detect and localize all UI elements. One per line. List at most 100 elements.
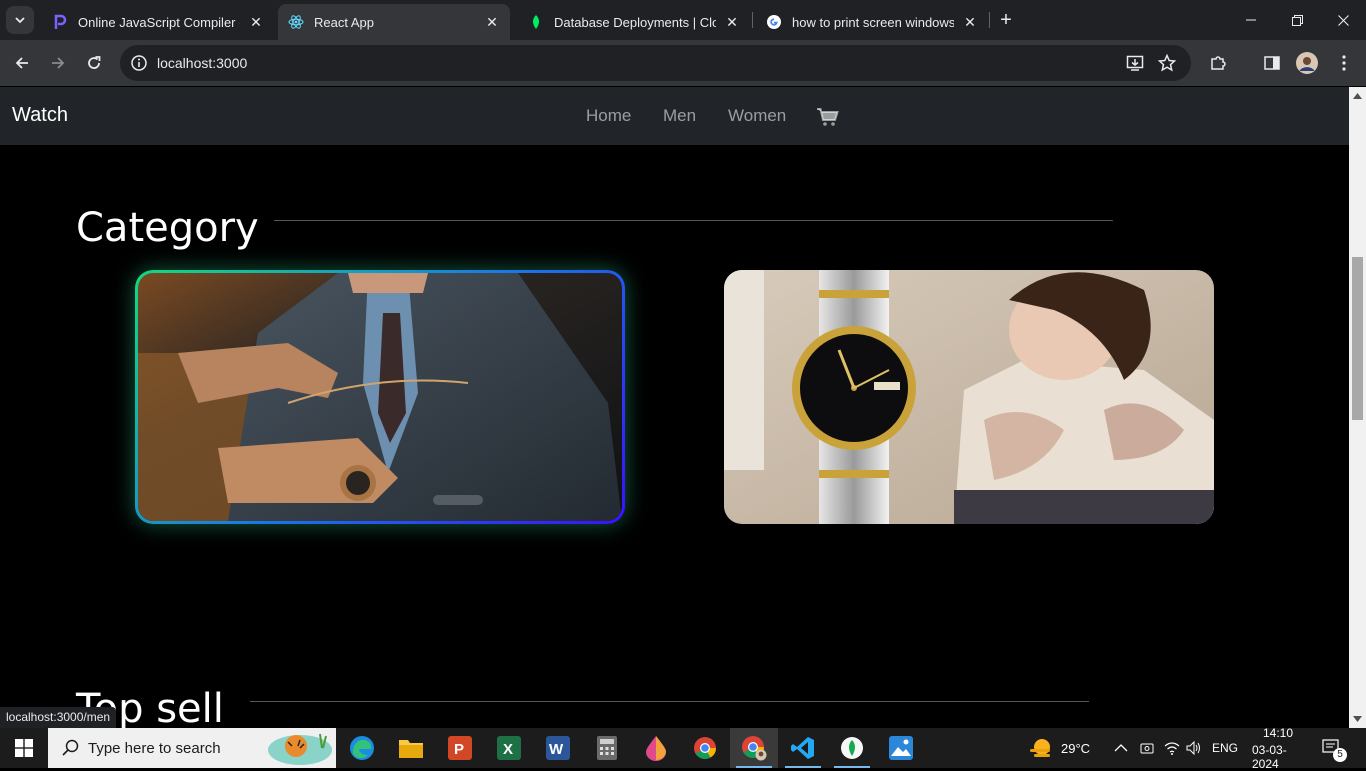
nav-link-home[interactable]: Home bbox=[586, 106, 631, 126]
bookmark-star-icon[interactable] bbox=[1157, 53, 1177, 73]
word-icon: W bbox=[546, 736, 570, 760]
nav-link-men[interactable]: Men bbox=[663, 106, 696, 126]
install-app-icon[interactable] bbox=[1125, 53, 1145, 73]
nav-link-women[interactable]: Women bbox=[728, 106, 786, 126]
link-status-bubble: localhost:3000/men bbox=[0, 707, 117, 728]
meet-now-icon bbox=[1140, 743, 1154, 754]
tiger-search-highlight-icon bbox=[268, 733, 332, 765]
minimize-button[interactable] bbox=[1228, 0, 1274, 40]
tab-search-button[interactable] bbox=[6, 6, 34, 34]
tray-clock[interactable]: 14:10 03-03-2024 bbox=[1252, 726, 1304, 771]
reload-button[interactable] bbox=[80, 49, 108, 77]
folder-icon bbox=[399, 740, 423, 758]
taskbar-search-box[interactable]: Type here to search bbox=[48, 728, 336, 768]
extensions-button[interactable] bbox=[1204, 49, 1232, 77]
programiz-icon bbox=[52, 14, 68, 30]
page-viewport: Watch Home Men Women Category Top sell bbox=[0, 87, 1349, 728]
windows-logo-icon bbox=[15, 739, 33, 757]
address-bar[interactable]: localhost:3000 bbox=[120, 45, 1191, 81]
minimize-icon bbox=[1246, 19, 1256, 21]
tab-database-deployments[interactable]: Database Deployments | Cloud ✕ bbox=[518, 4, 750, 40]
taskbar-chrome-profile[interactable] bbox=[730, 728, 778, 768]
search-placeholder: Type here to search bbox=[88, 740, 221, 757]
taskbar-edge[interactable] bbox=[338, 728, 386, 768]
restore-icon bbox=[1291, 14, 1303, 26]
tray-language[interactable]: ENG bbox=[1212, 728, 1238, 768]
tab-google-search[interactable]: how to print screen windows 10 ✕ bbox=[756, 4, 988, 40]
back-button[interactable] bbox=[8, 49, 36, 77]
close-tab-icon[interactable]: ✕ bbox=[248, 14, 264, 30]
close-tab-icon[interactable]: ✕ bbox=[724, 14, 740, 30]
close-window-button[interactable] bbox=[1320, 0, 1366, 40]
top-sell-divider bbox=[250, 701, 1089, 702]
category-divider bbox=[274, 220, 1113, 221]
tab-title: React App bbox=[314, 14, 374, 30]
powerpoint-icon: P bbox=[448, 736, 472, 760]
language-label: ENG bbox=[1212, 741, 1239, 755]
tray-volume[interactable] bbox=[1186, 728, 1202, 768]
tray-overflow-button[interactable] bbox=[1114, 728, 1128, 768]
taskbar-word[interactable]: W bbox=[534, 728, 582, 768]
chevron-down-icon bbox=[15, 17, 25, 24]
start-button[interactable] bbox=[0, 728, 48, 768]
svg-text:X: X bbox=[503, 741, 513, 758]
arrow-right-icon bbox=[52, 57, 65, 69]
close-icon bbox=[1337, 14, 1349, 26]
tab-online-compiler[interactable]: Online JavaScript Compiler (Edit ✕ bbox=[42, 4, 274, 40]
taskbar-mongodb-compass[interactable] bbox=[828, 728, 876, 768]
reload-icon bbox=[88, 56, 101, 69]
vscode-icon bbox=[791, 737, 814, 759]
close-tab-icon[interactable]: ✕ bbox=[962, 14, 978, 30]
windows-taskbar: Type here to search P X W 29°C ENG 14:10… bbox=[0, 726, 1366, 771]
excel-icon: X bbox=[497, 736, 521, 760]
taskbar-calculator[interactable] bbox=[583, 728, 631, 768]
cart-icon[interactable] bbox=[817, 107, 839, 132]
weather-widget[interactable]: 29°C bbox=[1028, 728, 1090, 768]
category-card-men[interactable] bbox=[135, 270, 625, 524]
avatar-icon bbox=[1296, 52, 1318, 74]
site-brand[interactable]: Watch bbox=[12, 104, 68, 127]
men-category-image bbox=[138, 273, 622, 521]
weather-sun-icon bbox=[1030, 739, 1050, 757]
restore-button[interactable] bbox=[1274, 0, 1320, 40]
weather-temperature: 29°C bbox=[1061, 740, 1091, 756]
site-info-icon[interactable] bbox=[130, 54, 148, 77]
scroll-down-arrow-icon[interactable] bbox=[1353, 714, 1362, 723]
clock-date: 03-03-2024 bbox=[1252, 742, 1287, 771]
taskbar-vscode[interactable] bbox=[779, 728, 827, 768]
category-card-women[interactable] bbox=[724, 270, 1214, 524]
taskbar-powerpoint[interactable]: P bbox=[436, 728, 484, 768]
photos-icon bbox=[889, 736, 913, 760]
calculator-icon bbox=[597, 736, 617, 760]
new-tab-button[interactable]: + bbox=[994, 8, 1018, 32]
tray-network[interactable] bbox=[1164, 728, 1180, 768]
taskbar-file-explorer[interactable] bbox=[387, 728, 435, 768]
taskbar-chrome[interactable] bbox=[681, 728, 729, 768]
side-panel-button[interactable] bbox=[1258, 49, 1286, 77]
tray-meet-now[interactable] bbox=[1140, 728, 1154, 768]
scrollbar-thumb[interactable] bbox=[1352, 257, 1363, 420]
forward-button[interactable] bbox=[44, 49, 72, 77]
edge-icon bbox=[350, 736, 374, 760]
taskbar-paint[interactable] bbox=[632, 728, 680, 768]
notification-center-button[interactable]: 5 bbox=[1322, 728, 1347, 768]
site-navbar: Watch Home Men Women bbox=[0, 87, 1349, 145]
tab-strip: Online JavaScript Compiler (Edit ✕ React… bbox=[0, 0, 1366, 40]
close-tab-icon[interactable]: ✕ bbox=[484, 14, 500, 30]
page-scrollbar[interactable] bbox=[1349, 87, 1366, 728]
tab-title: Database Deployments | Cloud bbox=[554, 14, 716, 30]
browser-menu-button[interactable] bbox=[1330, 49, 1358, 77]
taskbar-photos[interactable] bbox=[877, 728, 925, 768]
tab-title: Online JavaScript Compiler (Edit bbox=[78, 14, 240, 30]
chrome-profile-icon bbox=[742, 736, 767, 761]
more-vertical-icon bbox=[1342, 55, 1346, 71]
taskbar-excel[interactable]: X bbox=[485, 728, 533, 768]
scroll-up-arrow-icon[interactable] bbox=[1353, 91, 1362, 100]
puzzle-icon bbox=[1211, 56, 1226, 70]
react-icon bbox=[288, 14, 304, 30]
volume-icon bbox=[1186, 741, 1200, 755]
profile-avatar[interactable] bbox=[1293, 49, 1321, 77]
tab-react-app[interactable]: React App ✕ bbox=[278, 4, 510, 40]
arrow-left-icon bbox=[15, 57, 28, 69]
chrome-icon bbox=[694, 737, 716, 759]
